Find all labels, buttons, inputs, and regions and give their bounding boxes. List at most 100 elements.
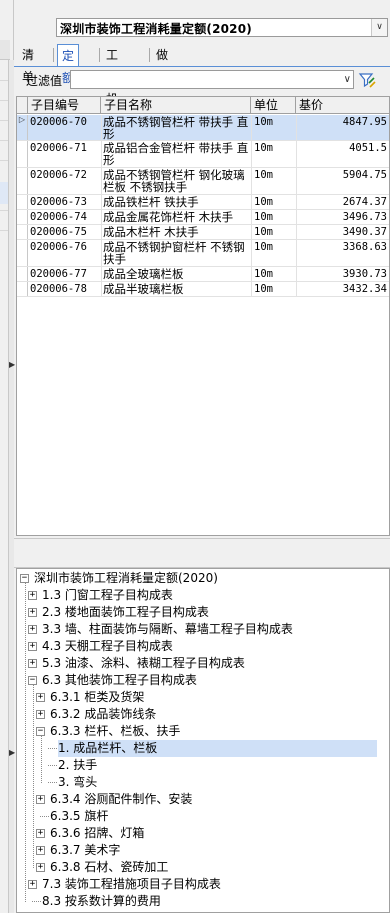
tree-node[interactable]: 3. 弯头 — [58, 774, 97, 791]
cell-divider — [101, 267, 102, 282]
chevron-down-icon[interactable]: ∨ — [371, 19, 387, 36]
tree-connector — [41, 736, 42, 783]
tree-node[interactable]: 4.3 天棚工程子目构成表 — [42, 638, 173, 655]
collapse-toggle-icon[interactable]: − — [20, 574, 29, 583]
expand-toggle-icon[interactable]: + — [36, 693, 45, 702]
cell-divider — [101, 240, 102, 267]
expand-toggle-icon[interactable]: + — [28, 625, 37, 634]
tree-node[interactable]: 6.3 其他装饰工程子目构成表 — [42, 672, 197, 689]
row-indicator[interactable] — [17, 195, 28, 209]
cell-divider — [251, 141, 252, 168]
row-indicator[interactable] — [17, 225, 28, 239]
cell-unit: 10m — [254, 169, 273, 181]
tree-node[interactable]: 3.3 墙、柱面装饰与隔断、幕墙工程子目构成表 — [42, 621, 293, 638]
expand-toggle-icon[interactable]: + — [36, 710, 45, 719]
table-row[interactable]: 020006-73 成品铁栏杆 铁扶手 10m 2674.37 — [17, 195, 389, 210]
tree-node[interactable]: 6.3.1 柜类及货架 — [50, 689, 144, 706]
row-divider — [0, 100, 8, 101]
chevron-down-icon[interactable]: ∨ — [344, 71, 351, 88]
left-panel-header — [0, 40, 10, 60]
cell-divider — [296, 195, 297, 210]
tree-node[interactable]: 1.3 门窗工程子目构成表 — [42, 587, 173, 604]
row-indicator[interactable] — [17, 267, 28, 281]
table-row[interactable]: ▷ 020006-70 成品不锈钢管栏杆 带扶手 直形 10m 4847.95 — [17, 115, 389, 141]
left-panel-selected-row[interactable] — [0, 182, 8, 204]
tab-bill[interactable]: 清单 — [18, 44, 38, 84]
table-row[interactable]: 020006-74 成品金属花饰栏杆 木扶手 10m 3496.73 — [17, 210, 389, 225]
tree-node[interactable]: 2.3 楼地面装饰工程子目构成表 — [42, 604, 209, 621]
quota-library-select[interactable]: 深圳市装饰工程消耗量定额(2020) ∨ — [56, 18, 388, 37]
tree-node[interactable]: 6.3.7 美术字 — [50, 842, 120, 859]
tree-node[interactable]: 7.3 装饰工程措施项目子目构成表 — [42, 876, 221, 893]
tab-materials[interactable]: 工料机 — [102, 44, 122, 106]
horizontal-splitter[interactable] — [14, 538, 390, 568]
tree-node[interactable]: 6.3.5 旗杆 — [50, 808, 108, 825]
filter-input[interactable]: ∨ — [70, 70, 354, 89]
expand-toggle-icon[interactable]: + — [36, 863, 45, 872]
expand-toggle-icon[interactable]: + — [36, 795, 45, 804]
tab-separator — [149, 48, 150, 62]
column-header-price[interactable]: 基价 — [296, 97, 389, 114]
collapse-toggle-icon[interactable]: − — [28, 676, 37, 685]
tree-node[interactable]: 6.3.2 成品装饰线条 — [50, 706, 156, 723]
quota-library-value: 深圳市装饰工程消耗量定额(2020) — [60, 22, 252, 36]
expand-toggle-icon[interactable]: + — [28, 659, 37, 668]
tree-node[interactable]: 6.3.4 浴厕配件制作、安装 — [50, 791, 192, 808]
collapse-toggle-icon[interactable]: − — [36, 727, 45, 736]
cell-divider — [296, 141, 297, 168]
cell-divider — [101, 141, 102, 168]
table-row[interactable]: 020006-75 成品木栏杆 木扶手 10m 3490.37 — [17, 225, 389, 240]
table-row[interactable]: 020006-77 成品全玻璃栏板 10m 3930.73 — [17, 267, 389, 282]
vertical-splitter[interactable]: ▶ ▶ — [8, 60, 15, 913]
tree-node[interactable]: 6.3.8 石材、瓷砖加工 — [50, 859, 168, 876]
tree-node[interactable]: 8.3 按系数计算的费用 — [42, 893, 161, 910]
cell-divider — [251, 195, 252, 210]
expand-toggle-icon[interactable]: + — [28, 608, 37, 617]
expand-toggle-icon[interactable]: + — [28, 591, 37, 600]
cell-divider — [296, 168, 297, 195]
table-row[interactable]: 020006-78 成品半玻璃栏板 10m 3432.34 — [17, 282, 389, 297]
expand-toggle-icon[interactable]: + — [36, 846, 45, 855]
column-header-code[interactable]: 子目编号 — [28, 97, 101, 114]
row-indicator[interactable] — [17, 282, 28, 296]
quota-grid[interactable]: 子目编号 子目名称 单位 基价 ▷ 020006-70 成品不锈钢管栏杆 带扶手 直… — [16, 96, 390, 536]
row-indicator[interactable]: ▷ — [17, 115, 28, 140]
expand-toggle-icon[interactable]: + — [28, 642, 37, 651]
cell-divider — [251, 168, 252, 195]
collapse-arrow-icon[interactable]: ▶ — [9, 360, 15, 369]
row-indicator[interactable] — [17, 240, 28, 266]
cell-divider — [101, 225, 102, 240]
column-header-name[interactable]: 子目名称 — [101, 97, 251, 114]
cell-divider — [296, 225, 297, 240]
cell-name: 成品半玻璃栏板 — [103, 282, 184, 296]
tab-quota[interactable]: 定额 — [57, 44, 80, 85]
table-row[interactable]: 020006-71 成品铝合金管栏杆 带扶手 直形 10m 4051.5 — [17, 141, 389, 168]
tree-connector — [48, 765, 57, 766]
table-row[interactable]: 020006-76 成品不锈钢护窗栏杆 不锈钢扶手 10m 3368.63 — [17, 240, 389, 267]
tree-node[interactable]: 6.3.6 招牌、灯箱 — [50, 825, 144, 842]
expand-toggle-icon[interactable]: + — [36, 829, 45, 838]
tree-node[interactable]: 6.3.3 栏杆、栏板、扶手 — [50, 723, 180, 740]
cell-unit: 10m — [254, 142, 273, 154]
tree-node[interactable]: 1. 成品栏杆、栏板 — [58, 740, 377, 757]
row-indicator[interactable] — [17, 168, 28, 194]
filter-apply-icon[interactable] — [358, 71, 376, 89]
table-row[interactable]: 020006-72 成品不锈钢管栏杆 钢化玻璃栏板 不锈钢扶手 10m 5904.75 — [17, 168, 389, 195]
row-indicator[interactable] — [17, 210, 28, 224]
tree-node[interactable]: 深圳市装饰工程消耗量定额(2020) — [34, 570, 218, 587]
tab-method[interactable]: 做法 — [152, 44, 172, 84]
cell-divider — [296, 240, 297, 267]
expand-toggle-icon[interactable]: + — [28, 880, 37, 889]
collapse-arrow-icon[interactable]: ▶ — [9, 748, 15, 757]
chapter-tree[interactable]: − 深圳市装饰工程消耗量定额(2020) +1.3 门窗工程子目构成表 +2.3 楼地… — [16, 568, 390, 913]
cell-divider — [251, 115, 252, 141]
cell-name: 成品全玻璃栏板 — [103, 267, 184, 281]
tree-node[interactable]: 2. 扶手 — [58, 757, 97, 774]
row-indicator[interactable] — [17, 141, 28, 167]
tree-node[interactable]: 5.3 油漆、涂料、裱糊工程子目构成表 — [42, 655, 245, 672]
cell-price: 3432.34 — [342, 283, 387, 295]
cell-price: 4847.95 — [342, 116, 387, 128]
column-header-unit[interactable]: 单位 — [251, 97, 296, 114]
cell-code: 020006-73 — [30, 196, 87, 208]
cell-price: 5904.75 — [342, 169, 387, 181]
